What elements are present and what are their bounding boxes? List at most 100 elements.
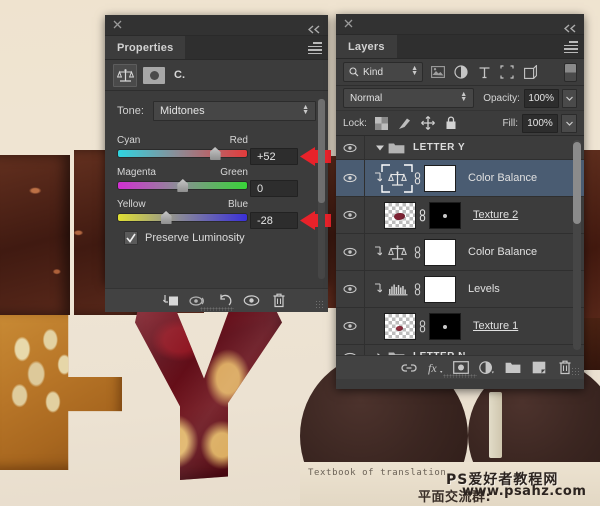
adjustment-title: C.: [174, 69, 185, 81]
layer-name: Color Balance: [468, 172, 538, 184]
selection-bracket: [381, 163, 413, 193]
tone-select[interactable]: Midtones ▲ ▼: [153, 101, 316, 121]
clip-to-layer-icon[interactable]: [157, 289, 184, 312]
opacity-value[interactable]: 100%: [523, 88, 559, 108]
panel-drag-grip[interactable]: [443, 374, 477, 378]
layer-visibility-toggle[interactable]: [336, 247, 364, 257]
properties-footer: [105, 288, 328, 312]
magenta-green-value[interactable]: 0: [250, 180, 298, 197]
layers-scrollbar[interactable]: [573, 140, 581, 350]
stepper-arrows-icon[interactable]: ▲ ▼: [460, 91, 467, 103]
filter-type-layers-icon[interactable]: [476, 64, 492, 80]
layer-visibility-toggle[interactable]: [336, 321, 364, 331]
layer-mask-thumbnail[interactable]: [429, 201, 461, 229]
layer-group-row-letter-n[interactable]: LETTER N: [336, 345, 584, 355]
resize-grip[interactable]: [571, 367, 580, 376]
properties-scrollbar[interactable]: [318, 99, 325, 279]
layer-row-texture-2[interactable]: Texture 2: [336, 197, 584, 234]
magenta-green-track[interactable]: [117, 179, 248, 192]
tone-value: Midtones: [160, 105, 205, 117]
layer-row-body[interactable]: Texture 2: [364, 197, 584, 233]
tab-layers[interactable]: Layers: [336, 35, 397, 58]
slider-right-label: Red: [229, 135, 248, 146]
cyan-red-value[interactable]: +52: [250, 148, 298, 165]
levels-histogram-icon[interactable]: [384, 277, 411, 302]
layer-mask-thumbnail-icon[interactable]: [143, 66, 165, 84]
layer-row-color-balance-selected[interactable]: Color Balance: [336, 160, 584, 197]
clipping-mask-arrow-icon: [371, 282, 384, 296]
layer-visibility-toggle[interactable]: [336, 210, 364, 220]
layer-group-row-letter-y[interactable]: LETTER Y: [336, 136, 584, 160]
filter-pixel-layers-icon[interactable]: [430, 64, 446, 80]
filter-enable-toggle-icon[interactable]: [564, 62, 577, 82]
blend-mode-select[interactable]: Normal ▲ ▼: [343, 88, 475, 108]
blend-mode-value: Normal: [350, 92, 383, 104]
preserve-luminosity-row[interactable]: Preserve Luminosity: [117, 231, 316, 245]
layer-mask-thumbnail[interactable]: [429, 312, 461, 340]
color-balance-scales-icon[interactable]: [381, 163, 413, 193]
new-adjustment-layer-icon[interactable]: [474, 356, 500, 379]
layer-row-body[interactable]: Color Balance: [364, 160, 584, 196]
layer-visibility-toggle[interactable]: [336, 173, 364, 183]
panel-menu-icon[interactable]: [308, 42, 322, 54]
layer-thumbnail[interactable]: [384, 201, 416, 229]
new-group-folder-icon[interactable]: [500, 356, 526, 379]
layer-visibility-toggle[interactable]: [336, 143, 364, 153]
layer-row-color-balance[interactable]: Color Balance: [336, 234, 584, 271]
filter-shape-layers-icon[interactable]: [499, 64, 515, 80]
new-layer-icon[interactable]: [526, 356, 552, 379]
opacity-dropdown-icon[interactable]: [561, 88, 577, 108]
preserve-luminosity-checkbox[interactable]: [124, 231, 138, 245]
lock-position-icon[interactable]: [420, 116, 435, 130]
mask-dot: [149, 70, 159, 80]
layer-row-texture-1[interactable]: Texture 1: [336, 308, 584, 345]
resize-grip[interactable]: [315, 300, 324, 309]
filter-kind-select[interactable]: Kind ▲ ▼: [343, 62, 423, 82]
layer-row-body[interactable]: Color Balance: [364, 234, 584, 270]
stepper-arrows-icon[interactable]: ▲ ▼: [302, 104, 309, 116]
layer-row-body[interactable]: Levels: [364, 271, 584, 307]
layer-mask-thumbnail[interactable]: [424, 238, 456, 266]
stepper-arrows-icon[interactable]: ▲ ▼: [411, 65, 418, 77]
toggle-layer-visibility-icon[interactable]: [238, 289, 265, 312]
yellow-blue-knob[interactable]: [160, 211, 172, 224]
slider-cyan-red: Cyan Red +52: [117, 135, 331, 166]
fill-label: Fill:: [502, 117, 518, 129]
tab-properties[interactable]: Properties: [105, 36, 186, 59]
link-mask-icon[interactable]: [411, 245, 424, 259]
link-mask-icon[interactable]: [416, 319, 429, 333]
filter-adjustment-layers-icon[interactable]: [453, 64, 469, 80]
slider-right-label: Green: [220, 167, 248, 178]
cyan-red-track[interactable]: [117, 147, 248, 160]
yellow-blue-value[interactable]: -28: [250, 212, 298, 229]
yellow-blue-track[interactable]: [117, 211, 248, 224]
color-balance-scales-icon[interactable]: [384, 240, 411, 265]
close-icon[interactable]: [344, 19, 353, 28]
close-icon[interactable]: [113, 20, 122, 29]
layer-visibility-toggle[interactable]: [336, 284, 364, 294]
layer-mask-thumbnail[interactable]: [424, 164, 456, 192]
fill-value[interactable]: 100%: [522, 113, 558, 133]
panel-drag-grip[interactable]: [199, 307, 234, 311]
color-balance-scales-icon[interactable]: [113, 63, 137, 87]
fill-dropdown-icon[interactable]: [561, 113, 577, 133]
lock-transparent-pixels-icon[interactable]: [375, 116, 389, 130]
layer-row-levels[interactable]: Levels: [336, 271, 584, 308]
panel-menu-icon[interactable]: [564, 41, 578, 53]
link-mask-icon[interactable]: [411, 282, 424, 296]
magenta-green-knob[interactable]: [177, 179, 189, 192]
link-layers-icon[interactable]: [396, 356, 422, 379]
chevron-down-icon[interactable]: [374, 145, 385, 151]
group-row-body[interactable]: LETTER Y: [364, 136, 584, 159]
layer-mask-thumbnail[interactable]: [424, 275, 456, 303]
lock-label: Lock:: [343, 117, 367, 129]
group-row-body[interactable]: LETTER N: [364, 345, 584, 355]
link-mask-icon[interactable]: [416, 208, 429, 222]
filter-smart-object-icon[interactable]: [522, 64, 538, 80]
layer-row-body[interactable]: Texture 1: [364, 308, 584, 344]
layer-thumbnail[interactable]: [384, 312, 416, 340]
lock-image-pixels-icon[interactable]: [398, 116, 412, 130]
lock-all-icon[interactable]: [444, 116, 458, 130]
delete-adjustment-layer-icon[interactable]: [265, 289, 292, 312]
cyan-red-knob[interactable]: [209, 147, 221, 160]
